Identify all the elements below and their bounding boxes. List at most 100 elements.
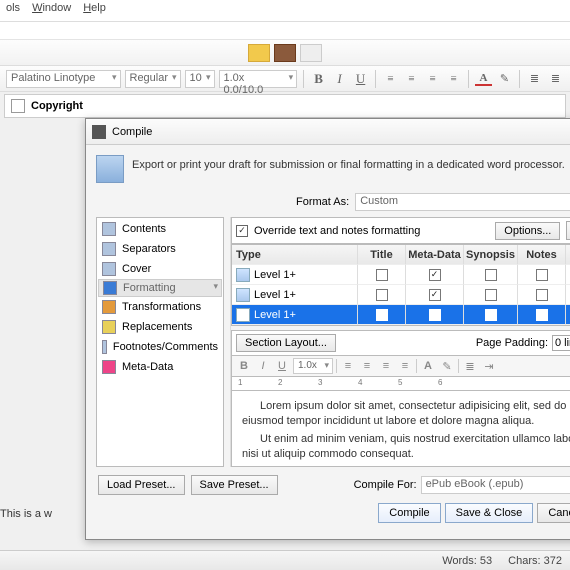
ruler[interactable]: 123456 — [231, 377, 570, 391]
line-spacing-select[interactable]: 1.0x 0.0/10.0 — [219, 70, 298, 88]
list-bullet-icon[interactable]: ≣ — [526, 70, 543, 88]
italic-button[interactable]: I — [331, 70, 348, 88]
bold-button[interactable]: B — [310, 70, 327, 88]
dialog-desc: Export or print your draft for submissio… — [132, 155, 565, 171]
compile-dialog: Compile Export or print your draft for s… — [85, 118, 570, 540]
checkbox[interactable]: ✓ — [429, 269, 441, 281]
align-right-icon[interactable]: ≡ — [424, 70, 441, 88]
sidebar-item-formatting[interactable]: Formatting — [98, 279, 222, 297]
document-title: Copyright — [31, 100, 83, 112]
highlight-icon[interactable]: ✎ — [496, 70, 513, 88]
app-menubar: ols Window Help — [0, 0, 570, 22]
checkbox[interactable]: ✓ — [429, 289, 441, 301]
align-justify-icon[interactable]: ≡ — [445, 70, 462, 88]
grid-row-selected[interactable]: Level 1+ — [232, 305, 570, 325]
checkbox[interactable] — [485, 269, 497, 281]
section-layout-button[interactable]: Section Layout... — [236, 334, 336, 352]
status-words: Words: 53 — [442, 555, 492, 567]
list-icon[interactable]: ≣ — [462, 358, 478, 374]
load-preset-button[interactable]: Load Preset... — [98, 475, 185, 495]
page-padding-input[interactable] — [552, 335, 570, 351]
expand-button[interactable]: +⇆ — [566, 221, 570, 240]
checkbox[interactable] — [485, 289, 497, 301]
save-preset-button[interactable]: Save Preset... — [191, 475, 278, 495]
page-padding-label: Page Padding: — [476, 337, 548, 349]
override-label: Override text and notes formatting — [254, 225, 489, 237]
formatting-icon — [103, 281, 117, 295]
checkbox[interactable] — [485, 309, 497, 321]
replacements-icon — [102, 320, 116, 334]
dialog-title: Compile — [112, 126, 152, 138]
menu-window[interactable]: Window — [32, 2, 71, 19]
menu-tools[interactable]: ols — [6, 2, 20, 19]
cancel-button[interactable]: Canc — [537, 503, 570, 523]
dialog-titlebar: Compile — [86, 119, 570, 145]
align-justify-icon[interactable]: ≡ — [397, 358, 413, 374]
format-as-select[interactable]: Custom — [355, 193, 570, 211]
compile-button[interactable]: Compile — [378, 503, 440, 523]
view-toolbar — [0, 40, 570, 66]
preview-p1: Lorem ipsum dolor sit amet, consectetur … — [242, 399, 570, 429]
view-btn-3[interactable] — [300, 44, 322, 62]
underline-button[interactable]: U — [352, 70, 369, 88]
checkbox[interactable] — [376, 289, 388, 301]
format-as-label: Format As: — [296, 196, 349, 208]
contents-icon — [102, 222, 116, 236]
cover-icon — [102, 262, 116, 276]
grid-row[interactable]: Level 1+ ✓ — [232, 265, 570, 285]
list-number-icon[interactable]: ≣ — [547, 70, 564, 88]
grid-header: Type Title Meta-Data Synopsis Notes Tex — [232, 245, 570, 265]
transformations-icon — [102, 300, 116, 314]
checkbox[interactable] — [536, 309, 548, 321]
italic-button[interactable]: I — [255, 358, 271, 374]
sidebar-item-transformations[interactable]: Transformations — [98, 297, 222, 317]
status-bar: Words: 53 Chars: 372 — [0, 550, 570, 570]
zoom-select[interactable]: 1.0x — [293, 358, 333, 374]
checkbox[interactable] — [376, 309, 388, 321]
font-size-select[interactable]: 10 — [185, 70, 215, 88]
grid-row[interactable]: Level 1+ ✓ — [232, 285, 570, 305]
sidebar-item-footnotes[interactable]: Footnotes/Comments — [98, 337, 222, 357]
format-toolbar: Palatino Linotype Regular 10 1.0x 0.0/10… — [0, 66, 570, 92]
compile-for-label: Compile For: — [354, 479, 417, 491]
align-center-icon[interactable]: ≡ — [403, 70, 420, 88]
indent-icon[interactable]: ⇥ — [481, 358, 497, 374]
levels-grid: Type Title Meta-Data Synopsis Notes Tex … — [231, 244, 570, 326]
highlight-icon[interactable]: ✎ — [439, 358, 455, 374]
checkbox[interactable] — [536, 289, 548, 301]
sidebar-item-metadata[interactable]: Meta-Data — [98, 357, 222, 377]
dialog-icon — [92, 125, 106, 139]
override-checkbox[interactable]: ✓ — [236, 225, 248, 237]
underline-button[interactable]: U — [274, 358, 290, 374]
sidebar-item-cover[interactable]: Cover — [98, 259, 222, 279]
font-weight-select[interactable]: Regular — [125, 70, 181, 88]
checkbox[interactable] — [376, 269, 388, 281]
menu-help[interactable]: Help — [83, 2, 106, 19]
metadata-icon — [102, 360, 116, 374]
folder-icon — [236, 268, 250, 282]
document-icon — [236, 308, 250, 322]
view-btn-2[interactable] — [274, 44, 296, 62]
checkbox[interactable] — [429, 309, 441, 321]
compile-for-select[interactable]: ePub eBook (.epub) — [421, 476, 570, 494]
text-color-icon[interactable]: A — [475, 72, 492, 86]
sidebar-item-replacements[interactable]: Replacements — [98, 317, 222, 337]
override-row: ✓ Override text and notes formatting Opt… — [231, 217, 570, 244]
sidebar-item-separators[interactable]: Separators — [98, 239, 222, 259]
status-chars: Chars: 372 — [508, 555, 562, 567]
text-color-icon[interactable]: A — [420, 358, 436, 374]
footnotes-icon — [102, 340, 107, 354]
align-right-icon[interactable]: ≡ — [378, 358, 394, 374]
align-center-icon[interactable]: ≡ — [359, 358, 375, 374]
save-close-button[interactable]: Save & Close — [445, 503, 534, 523]
view-btn-1[interactable] — [248, 44, 270, 62]
bold-button[interactable]: B — [236, 358, 252, 374]
checkbox[interactable] — [536, 269, 548, 281]
preview-pane: Lorem ipsum dolor sit amet, consectetur … — [231, 391, 570, 467]
options-button[interactable]: Options... — [495, 222, 560, 240]
align-left-icon[interactable]: ≡ — [340, 358, 356, 374]
font-family-select[interactable]: Palatino Linotype — [6, 70, 121, 88]
sidebar-item-contents[interactable]: Contents — [98, 219, 222, 239]
toolbar-blank — [0, 22, 570, 40]
align-left-icon[interactable]: ≡ — [382, 70, 399, 88]
